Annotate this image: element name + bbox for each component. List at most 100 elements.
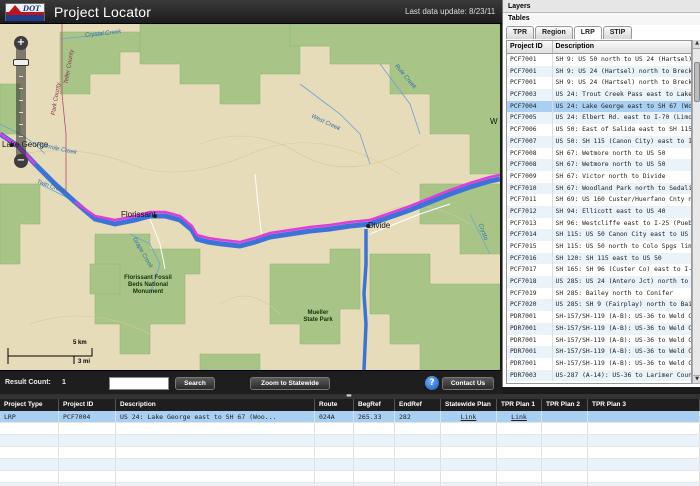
- project-row-description: SH 9: US 24 (Hartsel) north to Brecke...: [555, 67, 691, 75]
- project-row-description: SH 67: Wetmore north to US 50: [555, 149, 666, 157]
- contact-us-button[interactable]: Contact Us: [442, 377, 494, 390]
- col-tpr-plan-2[interactable]: TPR Plan 2: [542, 399, 588, 411]
- project-row[interactable]: PDR7001 SH-157/SH-119 (A-B): US-36 to Wel…: [507, 357, 691, 370]
- project-row[interactable]: PCF7016 SH 120: SH 115 east to US 50: [507, 252, 691, 265]
- project-row-description: SH 94: Ellicott east to US 40: [555, 207, 666, 215]
- project-row-description: US 50: East of Salida east to SH 115...: [555, 126, 691, 134]
- project-row[interactable]: PCF7010 SH 67: Woodland Park north to Sed…: [507, 182, 691, 195]
- project-row[interactable]: PCF7011 SH 69: US 160 Custer/Huerfano Cnt…: [507, 194, 691, 206]
- result-row-empty: [0, 447, 700, 459]
- col-endref[interactable]: EndRef: [395, 399, 441, 411]
- col-project-id[interactable]: Project ID: [507, 41, 553, 53]
- result-tpr-plan-3: [588, 411, 700, 422]
- col-description[interactable]: Description: [116, 399, 315, 411]
- project-row-description: US 50: SH 115 (Canon City) east to I-...: [555, 137, 691, 145]
- scroll-down-icon[interactable]: ▼: [693, 375, 700, 384]
- project-row[interactable]: PCF7001 SH 9: US 24 (Hartsel) north to Br…: [507, 65, 691, 78]
- project-row-id: PCF7018: [507, 276, 553, 288]
- project-row-description: SH 69: US 160 Custer/Huerfano Cnty no...: [555, 196, 691, 204]
- project-row[interactable]: PCF7003 US 24: Trout Creek Pass east to L…: [507, 89, 691, 101]
- app-title: Project Locator: [54, 4, 152, 20]
- project-row-id: PCF7016: [507, 252, 553, 265]
- project-row-description: SH 67: Victor north to Divide: [555, 172, 666, 180]
- map-view[interactable]: Lake George Florissant Divide W Crystal …: [0, 24, 500, 370]
- result-count-value: 1: [62, 379, 66, 386]
- project-row[interactable]: PCF7015 SH 115: US 50 north to Colo Spgs …: [507, 241, 691, 253]
- project-row[interactable]: PDR7001 SH-157/SH-119 (A-B): US-36 to Wel…: [507, 322, 691, 335]
- project-table-scrollbar[interactable]: ▲ ▼: [692, 40, 700, 384]
- zoom-out-button[interactable]: −: [14, 154, 28, 168]
- project-row-id: PCF7001: [507, 54, 553, 66]
- project-row[interactable]: PDR7001 SH-157/SH-119 (A-B): US-36 to Wel…: [507, 311, 691, 323]
- project-row-description: US 285: SH 9 (Fairplay) north to Bailey: [555, 301, 691, 309]
- statewide-plan-link[interactable]: Link: [441, 411, 497, 422]
- zoom-in-button[interactable]: +: [14, 36, 28, 50]
- help-icon[interactable]: ?: [425, 376, 439, 390]
- project-row[interactable]: PCF7018 US 285: US 24 (Antero Jct) north …: [507, 276, 691, 288]
- result-row[interactable]: LRP PCF7004 US 24: Lake George east to SH …: [0, 411, 700, 423]
- col-route[interactable]: Route: [315, 399, 354, 411]
- project-row-id: PCF7014: [507, 229, 553, 241]
- scroll-up-icon[interactable]: ▲: [693, 40, 700, 49]
- tpr-plan-1-link[interactable]: Link: [497, 411, 542, 422]
- result-row-empty: [0, 459, 700, 471]
- project-row-id: PDR7001: [507, 322, 553, 335]
- project-row-description: US-287 (A-14): US-36 to Larimer Count...: [555, 371, 691, 379]
- project-row[interactable]: PCF7009 SH 67: Victor north to Divide: [507, 170, 691, 183]
- col-project-type[interactable]: Project Type: [0, 399, 59, 411]
- project-row-description: SH-157/SH-119 (A-B): US-36 to Weld C...: [555, 359, 691, 367]
- search-button[interactable]: Search: [175, 377, 215, 390]
- project-row[interactable]: PCF7004 US 24: Lake George east to SH 67 …: [507, 100, 691, 113]
- tab-lrp[interactable]: LRP: [573, 26, 602, 39]
- project-row[interactable]: PDR7003 US-287 (A-14): US-36 to Larimer C…: [507, 369, 691, 382]
- project-row[interactable]: PCF7008 SH 67: Wetmore north to US 50: [507, 147, 691, 160]
- project-locator-app: DOT Project Locator Last data update: 8/…: [0, 0, 700, 486]
- project-row-description: US 24: Trout Creek Pass east to Lake...: [555, 91, 691, 99]
- col-begref[interactable]: BegRef: [354, 399, 395, 411]
- zoom-slider-track[interactable]: [16, 36, 26, 166]
- tables-header[interactable]: Tables: [503, 13, 700, 25]
- project-row-id: PCF7008: [507, 159, 553, 171]
- project-row[interactable]: PCF7001 SH 9: US 50 north to US 24 (Harts…: [507, 54, 691, 66]
- project-row-description: SH 9: US 24 (Hartsel) north to Brecke...: [555, 79, 691, 87]
- project-row-id: PCF7013: [507, 217, 553, 230]
- map-canvas[interactable]: [0, 24, 500, 370]
- project-row-id: PDR7001: [507, 311, 553, 323]
- project-row-id: PDR7001: [507, 334, 553, 347]
- col-statewide-plan[interactable]: Statewide Plan: [441, 399, 497, 411]
- label-edge-w: W: [490, 117, 498, 126]
- col-project-id[interactable]: Project ID: [59, 399, 116, 411]
- col-tpr-plan-3[interactable]: TPR Plan 3: [588, 399, 700, 411]
- project-row[interactable]: PCF7008 SH 67: Wetmore north to US 50: [507, 159, 691, 171]
- col-description[interactable]: Description: [553, 41, 691, 53]
- project-row-id: PCF7004: [507, 100, 553, 113]
- project-row[interactable]: PCF7005 US 24: Elbert Rd. east to I-70 (L…: [507, 112, 691, 125]
- splitter-grip-icon[interactable]: ▬: [344, 393, 354, 399]
- project-row-id: PCF7012: [507, 205, 553, 218]
- layers-header[interactable]: Layers: [503, 0, 700, 13]
- tab-region[interactable]: Region: [535, 26, 573, 39]
- zoom-to-statewide-button[interactable]: Zoom to Statewide: [250, 377, 330, 390]
- project-row[interactable]: PCF7019 SH 285: Bailey north to Conifer: [507, 287, 691, 300]
- project-row[interactable]: PDR7001 SH-157/SH-119 (A-B): US-36 to Wel…: [507, 346, 691, 358]
- project-row-id: PCF7010: [507, 182, 553, 195]
- tab-tpr[interactable]: TPR: [506, 26, 534, 39]
- project-row[interactable]: PCF7012 SH 94: Ellicott east to US 40: [507, 205, 691, 218]
- logo-text: DOT: [23, 4, 41, 13]
- col-tpr-plan-1[interactable]: TPR Plan 1: [497, 399, 542, 411]
- project-row[interactable]: PCF7014 SH 115: US 50 Canon City east to …: [507, 229, 691, 241]
- project-row[interactable]: PDR7001 SH-157/SH-119 (A-B): US-36 to Wel…: [507, 334, 691, 347]
- tab-stip[interactable]: STIP: [602, 26, 633, 39]
- project-row-id: PCF7008: [507, 147, 553, 160]
- project-row[interactable]: PCF7006 US 50: East of Salida east to SH …: [507, 124, 691, 136]
- zoom-slider-thumb[interactable]: [13, 59, 29, 66]
- project-row[interactable]: PCF7017 SH 165: SH 96 (Custer Co) east to…: [507, 264, 691, 277]
- project-row[interactable]: PCF7007 US 50: SH 115 (Canon City) east t…: [507, 135, 691, 148]
- project-row[interactable]: PCF7013 SH 96: Westcliffe east to I-25 (P…: [507, 217, 691, 230]
- scrollbar-thumb[interactable]: [694, 62, 700, 102]
- project-row-id: PCF7005: [507, 112, 553, 125]
- project-row[interactable]: PCF7020 US 285: SH 9 (Fairplay) north to …: [507, 299, 691, 312]
- project-row[interactable]: PCF7001 SH 9: US 24 (Hartsel) north to Br…: [507, 77, 691, 90]
- search-input[interactable]: [109, 377, 169, 390]
- map-toolbar: Result Count: 1 Search Zoom to Statewide…: [0, 370, 502, 394]
